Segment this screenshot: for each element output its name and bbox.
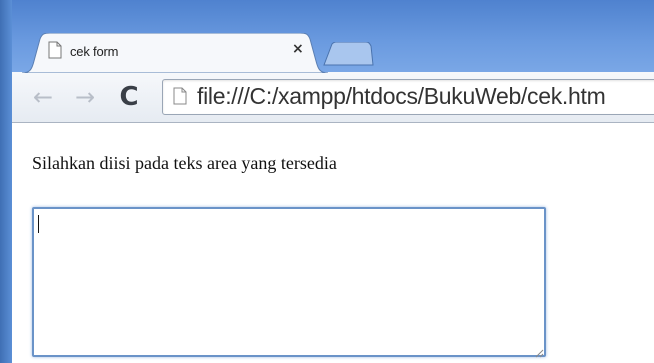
text-area[interactable]	[32, 207, 546, 357]
window-frame	[0, 0, 12, 363]
close-icon[interactable]: ×	[292, 41, 304, 57]
text-caret	[38, 215, 39, 233]
address-text[interactable]: file:///C:/xampp/htdocs/BukuWeb/cek.htm	[197, 83, 606, 110]
new-tab-icon[interactable]	[322, 41, 374, 66]
resize-grip-icon[interactable]	[534, 345, 544, 358]
tab-shape	[22, 33, 328, 73]
reload-icon[interactable]: C	[114, 82, 144, 112]
address-bar[interactable]: file:///C:/xampp/htdocs/BukuWeb/cek.htm	[162, 79, 654, 115]
forward-arrow-icon[interactable]: →	[70, 82, 100, 112]
tab-title: cek form	[70, 44, 119, 59]
instruction-text: Silahkan diisi pada teks area yang terse…	[32, 153, 337, 173]
page-content: Silahkan diisi pada teks area yang terse…	[12, 123, 654, 363]
browser-window: cek form × ← → C file:///C:/xampp/htdocs…	[0, 0, 654, 363]
back-arrow-icon[interactable]: ←	[28, 82, 58, 112]
toolbar: ← → C file:///C:/xampp/htdocs/BukuWeb/ce…	[12, 72, 654, 123]
tab-cek-form[interactable]: cek form ×	[22, 33, 328, 73]
page-icon	[48, 41, 62, 59]
page-icon	[173, 87, 187, 105]
